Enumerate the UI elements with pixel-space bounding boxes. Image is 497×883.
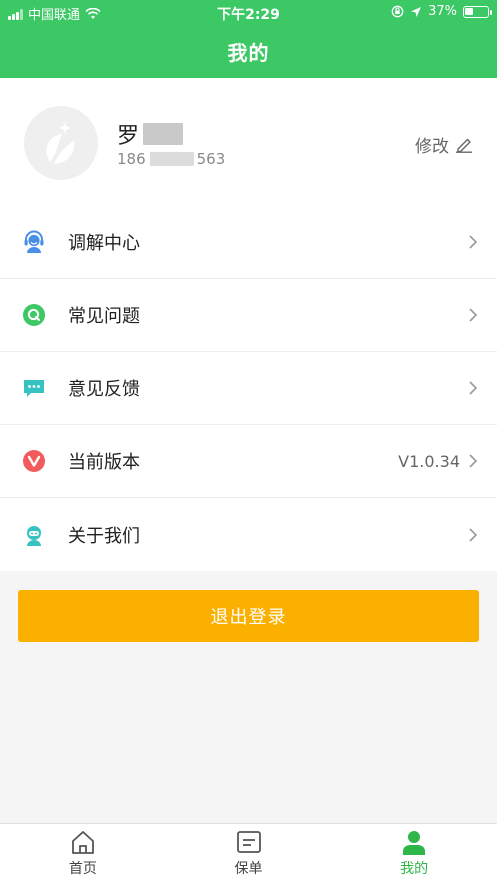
menu-item-faq[interactable]: 常见问题 [0, 279, 497, 352]
menu-item-about-us[interactable]: 关于我们 [0, 498, 497, 571]
page-title: 我的 [227, 41, 270, 65]
bottom-tab-bar: 首页 保单 我的 [0, 823, 497, 883]
user-phone: 186 563 [117, 150, 225, 168]
logout-button[interactable]: 退出登录 [18, 590, 479, 642]
version-icon [23, 450, 45, 472]
menu-label-about-us: 关于我们 [68, 525, 140, 547]
pencil-icon [456, 138, 472, 153]
menu-item-feedback[interactable]: 意见反馈 [0, 352, 497, 425]
avatar[interactable] [24, 106, 98, 180]
location-icon [411, 6, 422, 17]
chat-icon [24, 380, 44, 397]
menu-label-mediation-center: 调解中心 [68, 233, 140, 254]
battery-percent: 37% [428, 4, 457, 19]
tab-mine-label: 我的 [400, 861, 429, 877]
orientation-lock-icon [391, 5, 404, 18]
profile-card: 罗 186 563 修改 [0, 78, 497, 206]
settings-menu: 调解中心 常见问题 意见反馈 当前版本 V1.0.34 关于我们 [0, 206, 497, 571]
user-name: 罗 [117, 118, 184, 150]
tab-policy[interactable]: 保单 [166, 824, 332, 883]
phone-prefix: 186 [117, 150, 146, 168]
tab-home[interactable]: 首页 [0, 824, 166, 883]
phone-suffix: 563 [196, 150, 226, 168]
chevron-right-icon [469, 527, 478, 542]
status-right: 37% [391, 4, 492, 19]
tab-home-label: 首页 [68, 861, 97, 877]
version-value: V1.0.34 [398, 451, 460, 471]
edit-profile-button[interactable]: 修改 [415, 132, 473, 157]
phone-redaction [149, 152, 194, 166]
chevron-right-icon [469, 381, 478, 395]
top-header: 中国联通 下午2:29 37% 我的 [0, 0, 497, 78]
person-icon [403, 831, 426, 855]
tab-mine[interactable]: 我的 [331, 824, 497, 883]
tab-policy-label: 保单 [234, 861, 263, 877]
name-redaction [143, 123, 184, 145]
menu-label-faq: 常见问题 [68, 306, 140, 327]
policy-icon [236, 831, 261, 853]
about-icon [27, 525, 41, 546]
edit-label: 修改 [415, 137, 449, 157]
chevron-right-icon [469, 454, 478, 468]
home-icon [71, 831, 94, 854]
menu-label-feedback: 意见反馈 [68, 379, 140, 400]
menu-label-version: 当前版本 [68, 452, 140, 473]
status-bar: 中国联通 下午2:29 37% [0, 0, 497, 26]
user-name-text: 罗 [117, 124, 140, 149]
headset-icon [24, 230, 44, 253]
battery-icon [463, 5, 492, 18]
menu-item-mediation-center[interactable]: 调解中心 [0, 206, 497, 279]
chevron-right-icon [469, 235, 478, 249]
chevron-right-icon [469, 308, 478, 322]
menu-item-version[interactable]: 当前版本 V1.0.34 [0, 425, 497, 498]
question-icon [23, 304, 45, 326]
avatar-leaf-icon [24, 106, 98, 180]
